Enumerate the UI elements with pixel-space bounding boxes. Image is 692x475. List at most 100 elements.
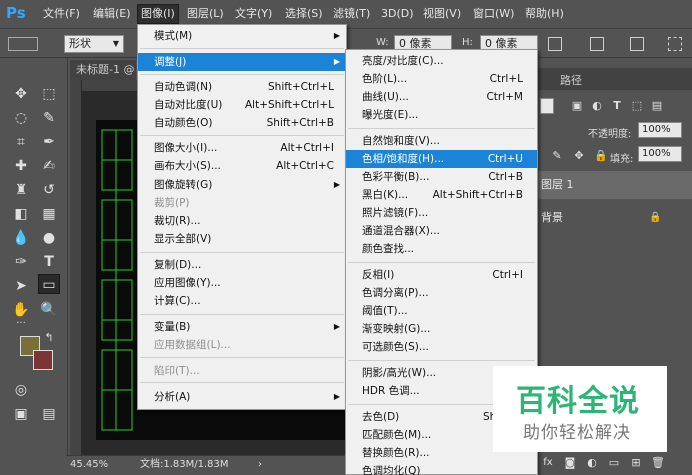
lasso-tool-icon[interactable]: ◌ [10,108,32,128]
lock-position-icon[interactable]: ✥ [568,146,590,166]
menu-item[interactable]: 渐变映射(G)... [346,320,537,338]
dodge-tool-icon[interactable]: ● [38,228,60,248]
menu-item[interactable]: 曲线(U)... Ctrl+M [346,88,537,106]
pen-tool-icon[interactable]: ✑ [10,252,32,272]
menu-item[interactable]: 裁切(R)... [138,212,346,230]
filter-type-icon[interactable]: T [606,96,628,116]
menu-item[interactable]: 复制(D)... [138,256,346,274]
marquee-tool-icon[interactable]: ⬚ [38,84,60,104]
zoom-level[interactable]: 45.45% [70,456,108,474]
path-alignment-icon[interactable] [590,37,604,51]
zoom-tool-icon[interactable]: 🔍 [38,300,60,320]
fx-icon[interactable]: fx [537,453,559,473]
menu-item[interactable]: 变量(B) ▶ [138,318,346,336]
menu-item[interactable]: 通道混合器(X)... [346,222,537,240]
menu-item[interactable]: 色调分离(P)... [346,284,537,302]
opacity-input[interactable]: 100% [638,122,682,138]
group-icon[interactable]: ▭ [603,453,625,473]
fill-input[interactable]: 100% [638,146,682,162]
menu-item[interactable]: 应用图像(Y)... [138,274,346,292]
trash-icon[interactable]: 🗑 [647,453,669,473]
menu-view[interactable]: 视图(V) [420,5,464,23]
screen-mode-alt-icon[interactable]: ▤ [38,404,60,424]
tab-paths[interactable]: 路径 [560,72,582,88]
eyedropper-tool-icon[interactable]: ✒ [38,132,60,152]
align-edges-icon[interactable] [668,37,682,51]
menu-help[interactable]: 帮助(H) [522,5,567,23]
menu-item[interactable]: 自动色调(N) Shift+Ctrl+L [138,78,346,96]
background-color-swatch[interactable] [33,350,53,370]
layer-row[interactable]: 图层 1 [537,171,692,199]
menu-edit[interactable]: 编辑(E) [90,5,134,23]
menu-layer[interactable]: 图层(L) [184,5,227,23]
eraser-tool-icon[interactable]: ◧ [10,204,32,224]
tool-preset-icon[interactable] [8,37,38,51]
add-mask-icon[interactable]: ◙ [559,453,581,473]
menu-item[interactable]: 图像旋转(G) ▶ [138,176,346,194]
menu-item[interactable]: 分析(A) ▶ [138,388,346,406]
menu-item[interactable]: 调整(J) ▶ [138,53,346,71]
menu-item-label: 匹配颜色(M)... [362,429,432,441]
blur-tool-icon[interactable]: 💧 [10,228,32,248]
move-tool-icon[interactable]: ✥ [10,84,32,104]
menu-item[interactable]: 亮度/对比度(C)... [346,52,537,70]
filter-shape-icon[interactable]: ⬚ [626,96,648,116]
menu-item[interactable]: 照片滤镜(F)... [346,204,537,222]
quick-mask-icon[interactable]: ◎ [10,380,32,400]
menu-item[interactable]: 图像大小(I)... Alt+Ctrl+I [138,139,346,157]
menu-file[interactable]: 文件(F) [40,5,83,23]
menu-item[interactable]: 可选颜色(S)... [346,338,537,356]
menu-item[interactable]: 色调均化(Q) [346,462,537,475]
shape-mode-select[interactable]: 形状 ▼ [64,35,124,53]
layer-row[interactable]: 背景 🔒 [537,204,692,232]
menu-item[interactable]: 自动颜色(O) Shift+Ctrl+B [138,114,346,132]
menu-item[interactable]: 画布大小(S)... Alt+Ctrl+C [138,157,346,175]
document-tab[interactable]: 未标题-1 @ [70,60,136,80]
menu-item[interactable]: 色彩平衡(B)... Ctrl+B [346,168,537,186]
history-brush-tool-icon[interactable]: ↺ [38,180,60,200]
menu-item[interactable]: 显示全部(V) [138,230,346,248]
swap-colors-icon[interactable]: ↰ [38,328,60,348]
menu-item[interactable]: 自动对比度(U) Alt+Shift+Ctrl+L [138,96,346,114]
menu-item[interactable]: 黑白(K)... Alt+Shift+Ctrl+B [346,186,537,204]
menu-item[interactable]: 曝光度(E)... [346,106,537,124]
quick-select-tool-icon[interactable]: ✎ [38,108,60,128]
brush-tool-icon[interactable]: ✍ [38,156,60,176]
menu-item[interactable]: 色相/饱和度(H)... Ctrl+U [346,150,537,168]
menu-item[interactable]: 色阶(L)... Ctrl+L [346,70,537,88]
menu-item[interactable]: 计算(C)... [138,292,346,310]
menu-filter[interactable]: 滤镜(T) [330,5,373,23]
more-tools-icon[interactable]: ··· [10,314,32,334]
layer-filter-select[interactable] [540,98,554,114]
lock-icon[interactable]: 🔒 [590,146,612,166]
menu-item[interactable]: 阈值(T)... [346,302,537,320]
filter-pixel-icon[interactable]: ▣ [566,96,588,116]
adjustment-layer-icon[interactable]: ◐ [581,453,603,473]
new-layer-icon[interactable]: ⊞ [625,453,647,473]
crop-tool-icon[interactable]: ⌗ [10,132,32,152]
filter-adjust-icon[interactable]: ◐ [586,96,608,116]
menu-3d[interactable]: 3D(D) [378,5,417,23]
menu-select[interactable]: 选择(S) [282,5,326,23]
menu-window[interactable]: 窗口(W) [470,5,517,23]
menu-item[interactable]: 模式(M) ▶ [138,27,346,45]
gear-icon[interactable] [630,37,644,51]
menu-image[interactable]: 图像(I) [137,4,179,24]
path-operations-icon[interactable] [548,37,562,51]
type-tool-icon[interactable]: T [38,252,60,272]
path-select-tool-icon[interactable]: ➤ [10,276,32,296]
chevron-right-icon[interactable]: › [258,456,262,474]
gradient-tool-icon[interactable]: ▦ [38,204,60,224]
screen-mode-icon[interactable]: ▣ [10,404,32,424]
rectangle-tool-icon[interactable]: ▭ [38,274,60,294]
filter-smart-icon[interactable]: ▤ [646,96,668,116]
image-menu: 模式(M) ▶ 调整(J) ▶ 自动色调(N) Shift+Ctrl+L 自动对比度(U) A… [137,24,347,410]
lock-pixels-icon[interactable]: ✎ [546,146,568,166]
menu-type[interactable]: 文字(Y) [232,5,275,23]
layer-name: 图层 1 [541,178,574,191]
clone-stamp-tool-icon[interactable]: ♜ [10,180,32,200]
healing-brush-tool-icon[interactable]: ✚ [10,156,32,176]
menu-item[interactable]: 颜色查找... [346,240,537,258]
menu-item[interactable]: 自然饱和度(V)... [346,132,537,150]
menu-item[interactable]: 反相(I) Ctrl+I [346,266,537,284]
